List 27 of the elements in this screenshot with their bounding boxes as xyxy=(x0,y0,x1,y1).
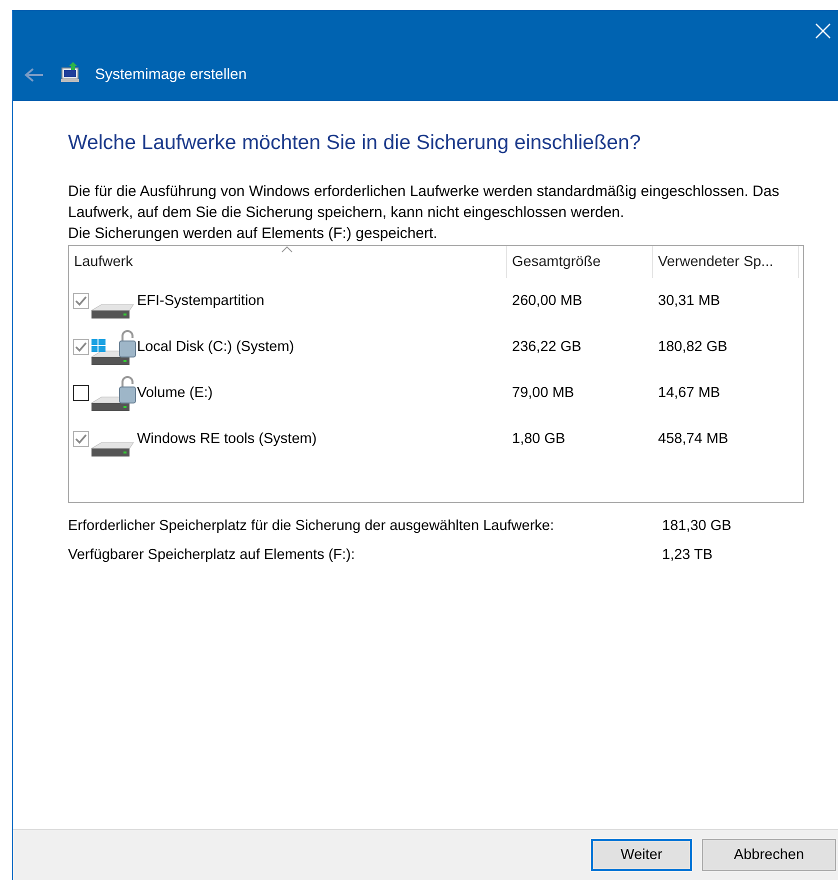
used-space: 180,82 GB xyxy=(657,339,728,355)
window-title: Systemimage erstellen xyxy=(95,66,247,83)
used-space: 14,67 MB xyxy=(657,385,722,401)
column-header[interactable]: Verwendeter Sp... xyxy=(653,246,799,278)
column-header[interactable]: Gesamtgröße xyxy=(507,246,653,278)
drive-name: Windows RE tools (System) xyxy=(137,431,317,447)
summary-value: 1,23 TB xyxy=(662,546,714,565)
used-space: 458,74 MB xyxy=(657,431,730,447)
drive-name: EFI-Systempartition xyxy=(137,293,264,309)
summary-value: 181,30 GB xyxy=(662,517,732,536)
total-size: 260,00 MB xyxy=(511,293,584,309)
page-heading: Welche Laufwerke möchten Sie in die Sicherung einschließen? xyxy=(68,131,642,155)
drive-name: Local Disk (C:) (System) xyxy=(137,339,294,355)
total-size: 79,00 MB xyxy=(511,385,576,401)
cancel-button[interactable]: Abbrechen xyxy=(702,839,836,871)
description-text: Die für die Ausführung von Windows erforderlichen Laufwerke werden standardmäßig eingeschlossen. Das Laufwerk, auf dem Sie die Sicherung speichern, kann nicht eingeschlossen werden. xyxy=(68,182,780,223)
computer-backup-icon xyxy=(59,61,81,83)
used-space: 30,31 MB xyxy=(657,293,722,309)
drive-checkbox[interactable] xyxy=(73,385,89,401)
next-button[interactable]: Weiter xyxy=(591,839,692,871)
total-size: 236,22 GB xyxy=(511,339,582,355)
destination-note: Die Sicherungen werden auf Elements (F:) gespeichert. xyxy=(68,224,438,244)
total-size: 1,80 GB xyxy=(511,431,566,447)
drive-name: Volume (E:) xyxy=(137,385,213,401)
summary-label: Verfügbarer Speicherplatz auf Elements (F:): xyxy=(68,546,356,565)
summary-label: Erforderlicher Speicherplatz für die Sicherung der ausgewählten Laufwerke: xyxy=(68,517,556,536)
column-header[interactable]: Laufwerk xyxy=(69,246,507,278)
